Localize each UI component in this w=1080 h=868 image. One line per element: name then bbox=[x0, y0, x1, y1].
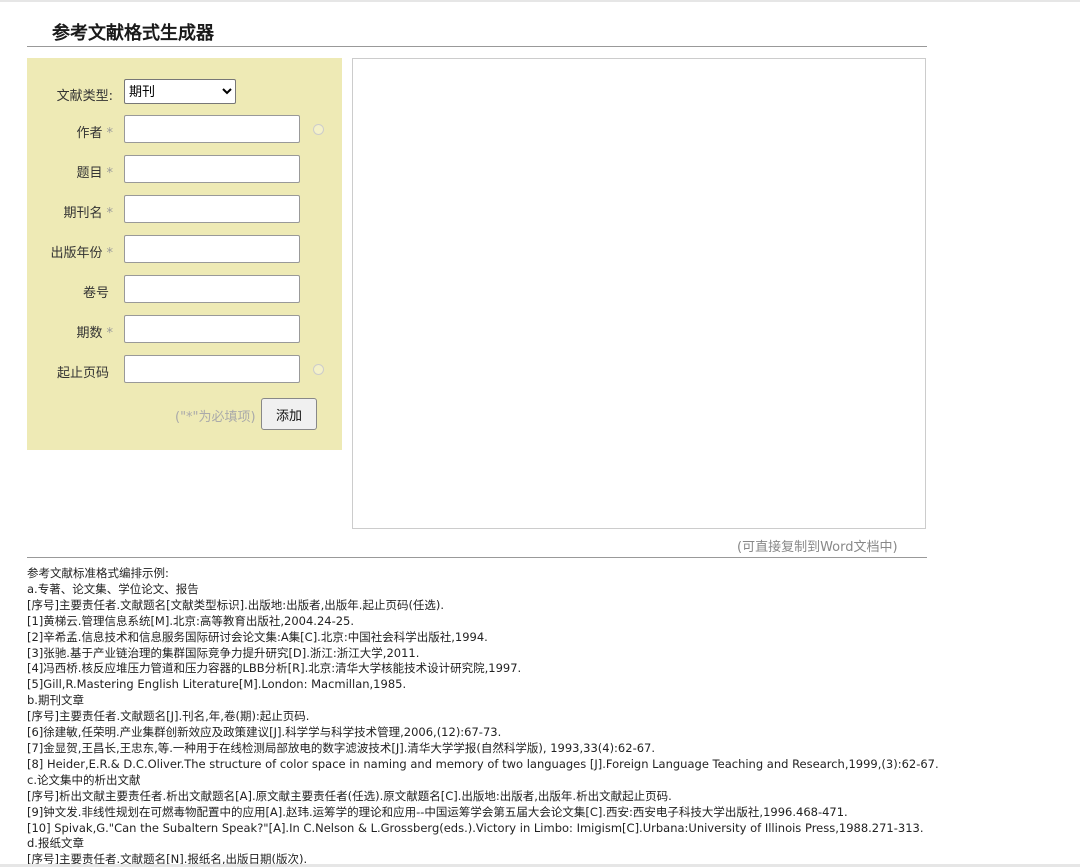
example-line: [10] Spivak,G."Can the Subaltern Speak?"… bbox=[27, 820, 924, 835]
example-line: [2]辛希孟.信息技术和信息服务国际研讨会论文集:A集[C].北京:中国社会科学… bbox=[27, 629, 488, 644]
example-line: d.报纸文章 bbox=[27, 836, 84, 851]
field-row-journal: 期刊名 * bbox=[27, 195, 342, 225]
author-input[interactable] bbox=[124, 115, 300, 143]
example-line: [序号]主要责任者.文献题名[J].刊名,年,卷(期):起止页码. bbox=[27, 709, 310, 724]
doc-type-select[interactable]: 期刊 bbox=[124, 79, 236, 104]
output-textarea[interactable] bbox=[352, 58, 926, 529]
required-hint: ("*"为必填项) bbox=[175, 410, 256, 425]
example-line: [6]徐建敏,任荣明.产业集群创新效应及政策建议[J].科学学与科学技术管理,2… bbox=[27, 725, 502, 740]
field-row-pages: 起止页码 bbox=[27, 355, 342, 385]
pages-optional-radio[interactable] bbox=[313, 364, 324, 375]
example-line: 参考文献标准格式编排示例: bbox=[27, 566, 169, 580]
output-divider bbox=[27, 557, 927, 558]
example-line: a.专著、论文集、学位论文、报告 bbox=[27, 581, 199, 596]
format-examples: 参考文献标准格式编排示例: a.专著、论文集、学位论文、报告 [序号]主要责任者… bbox=[27, 566, 1067, 868]
author-optional-radio[interactable] bbox=[313, 124, 324, 135]
author-label: 作者 * bbox=[76, 126, 113, 141]
copy-hint: (可直接复制到Word文档中) bbox=[737, 540, 898, 555]
title-divider bbox=[27, 46, 927, 47]
pages-input[interactable] bbox=[124, 355, 300, 383]
field-row-issue: 期数 * bbox=[27, 315, 342, 345]
example-line: [3]张驰.基于产业链治理的集群国际竞争力提升研究[D].浙江:浙江大学,201… bbox=[27, 645, 420, 660]
example-line: [8] Heider,E.R.& D.C.Oliver.The structur… bbox=[27, 756, 939, 771]
doc-type-label: 文献类型: bbox=[56, 89, 113, 104]
example-line: [序号]主要责任者.文献题名[文献类型标识].出版地:出版者,出版年.起止页码(… bbox=[27, 597, 445, 612]
journal-label: 期刊名 * bbox=[63, 206, 113, 221]
year-input[interactable] bbox=[124, 235, 300, 263]
example-line: [1]黄梯云.管理信息系统[M].北京:高等教育出版社,2004.24-25. bbox=[27, 613, 355, 628]
example-line: [9]钟文发.非线性规划在可燃毒物配置中的应用[A].赵玮.运筹学的理论和应用-… bbox=[27, 804, 848, 819]
example-line: [序号]析出文献主要责任者.析出文献题名[A].原文献主要责任者(任选).原文献… bbox=[27, 788, 672, 803]
example-line: [7]金显贺,王昌长,王忠东,等.一种用于在线检测局部放电的数字滤波技术[J].… bbox=[27, 740, 656, 755]
doc-type-row: 文献类型: 期刊 bbox=[27, 78, 342, 108]
top-border bbox=[0, 0, 1080, 2]
field-row-year: 出版年份 * bbox=[27, 235, 342, 265]
title-label: 题目 * bbox=[76, 166, 113, 181]
field-row-title: 题目 * bbox=[27, 155, 342, 185]
issue-input[interactable] bbox=[124, 315, 300, 343]
pages-label: 起止页码 bbox=[56, 366, 109, 381]
volume-input[interactable] bbox=[124, 275, 300, 303]
example-line: [5]Gill,R.Mastering English Literature[M… bbox=[27, 677, 407, 692]
example-line: c.论文集中的析出文献 bbox=[27, 772, 141, 787]
journal-input[interactable] bbox=[124, 195, 300, 223]
field-row-author: 作者 * bbox=[27, 115, 342, 145]
example-line: [4]冯西桥.核反应堆压力管道和压力容器的LBB分析[R].北京:清华大学核能技… bbox=[27, 661, 522, 676]
title-input[interactable] bbox=[124, 155, 300, 183]
add-button[interactable]: 添加 bbox=[261, 398, 317, 430]
year-label: 出版年份 * bbox=[50, 246, 113, 261]
issue-label: 期数 * bbox=[76, 326, 113, 341]
field-row-volume: 卷号 bbox=[27, 275, 342, 305]
reference-form: 文献类型: 期刊 作者 * 题目 * 期刊名 * 出版年份 * 卷号 期数 * 起止页码 … bbox=[27, 58, 342, 450]
page-title: 参考文献格式生成器 bbox=[52, 23, 214, 44]
example-line: b.期刊文章 bbox=[27, 693, 84, 708]
volume-label: 卷号 bbox=[82, 286, 109, 301]
